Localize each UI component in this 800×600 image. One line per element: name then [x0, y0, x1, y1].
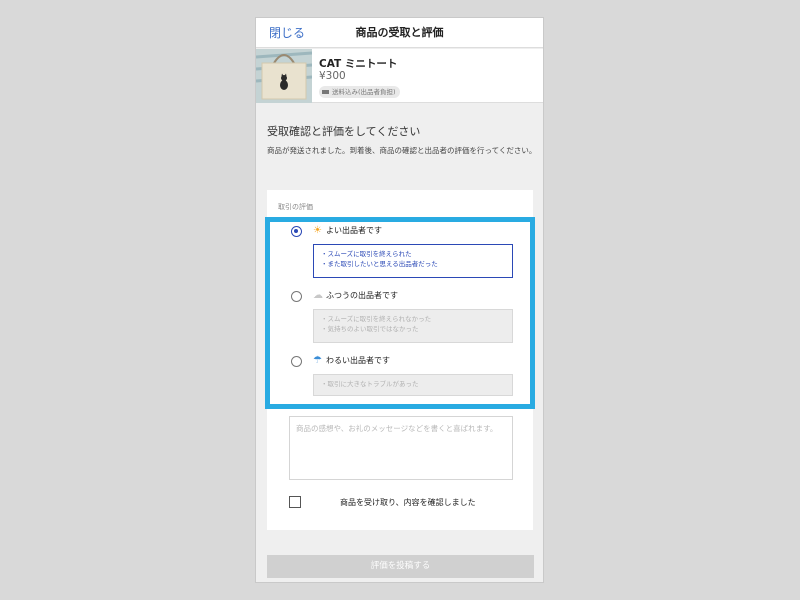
item-price: ¥300	[319, 70, 346, 82]
option-label-good: よい出品者です	[326, 226, 382, 235]
item-summary: CAT ミニトート ¥300 送料込み(出品者負担)	[256, 49, 543, 103]
rating-section-label: 取引の評価	[278, 203, 313, 211]
submit-rating-button[interactable]: 評価を投稿する	[267, 555, 534, 578]
radio-normal[interactable]	[291, 291, 302, 302]
detail-line: ・気持ちのよい取引ではなかった	[321, 325, 419, 333]
confirm-label: 商品を受け取り、内容を確認しました	[340, 498, 476, 507]
section-heading: 受取確認と評価をしてください	[267, 125, 421, 138]
shipping-badge: 送料込み(出品者負担)	[319, 86, 400, 98]
message-placeholder: 商品の感想や、お礼のメッセージなどを書くと喜ばれます。	[296, 424, 498, 433]
message-textarea[interactable]: 商品の感想や、お礼のメッセージなどを書くと喜ばれます。	[289, 416, 513, 480]
detail-line: ・スムーズに取引を終えられた	[321, 250, 412, 258]
close-button[interactable]: 閉じる	[269, 24, 305, 41]
item-thumbnail	[256, 49, 312, 103]
truck-icon	[322, 90, 329, 94]
detail-line: ・スムーズに取引を終えられなかった	[321, 315, 432, 323]
sun-icon: ☀	[313, 225, 322, 236]
umbrella-icon: ☂	[313, 355, 322, 366]
detail-line: ・取引に大きなトラブルがあった	[321, 380, 419, 388]
option-detail-good: ・スムーズに取引を終えられた ・また取引したいと思える出品者だった	[313, 244, 513, 278]
detail-line: ・また取引したいと思える出品者だった	[321, 260, 438, 268]
intro-description: 商品が発送されました。到着後、商品の確認と出品者の評価を行ってください。	[267, 146, 537, 155]
shipping-badge-label: 送料込み(出品者負担)	[332, 88, 396, 96]
radio-bad[interactable]	[291, 356, 302, 367]
item-name: CAT ミニトート	[319, 58, 398, 70]
option-detail-bad: ・取引に大きなトラブルがあった	[313, 374, 513, 396]
radio-good[interactable]	[291, 226, 302, 237]
option-label-bad: わるい出品者です	[326, 356, 390, 365]
phone-screen: 閉じる 商品の受取と評価 CAT ミニトート ¥300 送料込み(出品者負担) …	[255, 17, 544, 583]
confirm-checkbox[interactable]	[289, 496, 301, 508]
cloud-icon: ☁	[313, 290, 323, 301]
nav-bar: 閉じる 商品の受取と評価	[256, 18, 543, 48]
option-label-normal: ふつうの出品者です	[326, 291, 398, 300]
option-detail-normal: ・スムーズに取引を終えられなかった ・気持ちのよい取引ではなかった	[313, 309, 513, 343]
